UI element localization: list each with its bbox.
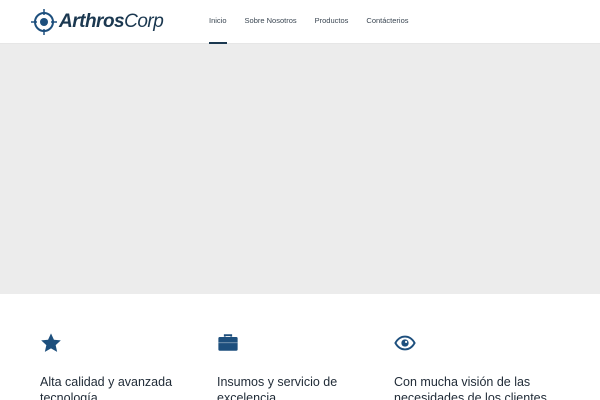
brand-logo[interactable]: ArthrosCorp [31, 8, 164, 36]
main-nav: Inicio Sobre Nosotros Productos Contácte… [200, 0, 418, 44]
feature-vision: Con mucha visión de las necesidades de l… [394, 332, 554, 400]
star-icon [41, 333, 61, 352]
nav-item-sobre-nosotros[interactable]: Sobre Nosotros [245, 0, 297, 44]
feature-title: Con mucha visión de las necesidades de l… [394, 375, 547, 400]
nav-item-productos[interactable]: Productos [315, 0, 349, 44]
site-header: ArthrosCorp Inicio Sobre Nosotros Produc… [0, 0, 600, 44]
eye-icon [394, 335, 416, 351]
feature-title: Insumos y servicio de excelencia [217, 375, 338, 400]
feature-quality: Alta calidad y avanzada tecnología [40, 332, 200, 400]
nav-item-inicio[interactable]: Inicio [209, 0, 227, 44]
feature-title: Alta calidad y avanzada tecnología [40, 375, 173, 400]
briefcase-icon [218, 334, 238, 351]
nav-item-contactenos[interactable]: Contácterios [366, 0, 408, 44]
brand-name-bold: Arthros [59, 11, 125, 32]
brand-name-light: Corp [124, 11, 164, 32]
feature-service: Insumos y servicio de excelencia [217, 332, 377, 400]
compass-logo-icon [31, 9, 57, 35]
features-section: Alta calidad y avanzada tecnología Insum… [0, 294, 600, 400]
brand-name: ArthrosCorp [59, 9, 164, 35]
hero-banner [0, 44, 600, 294]
